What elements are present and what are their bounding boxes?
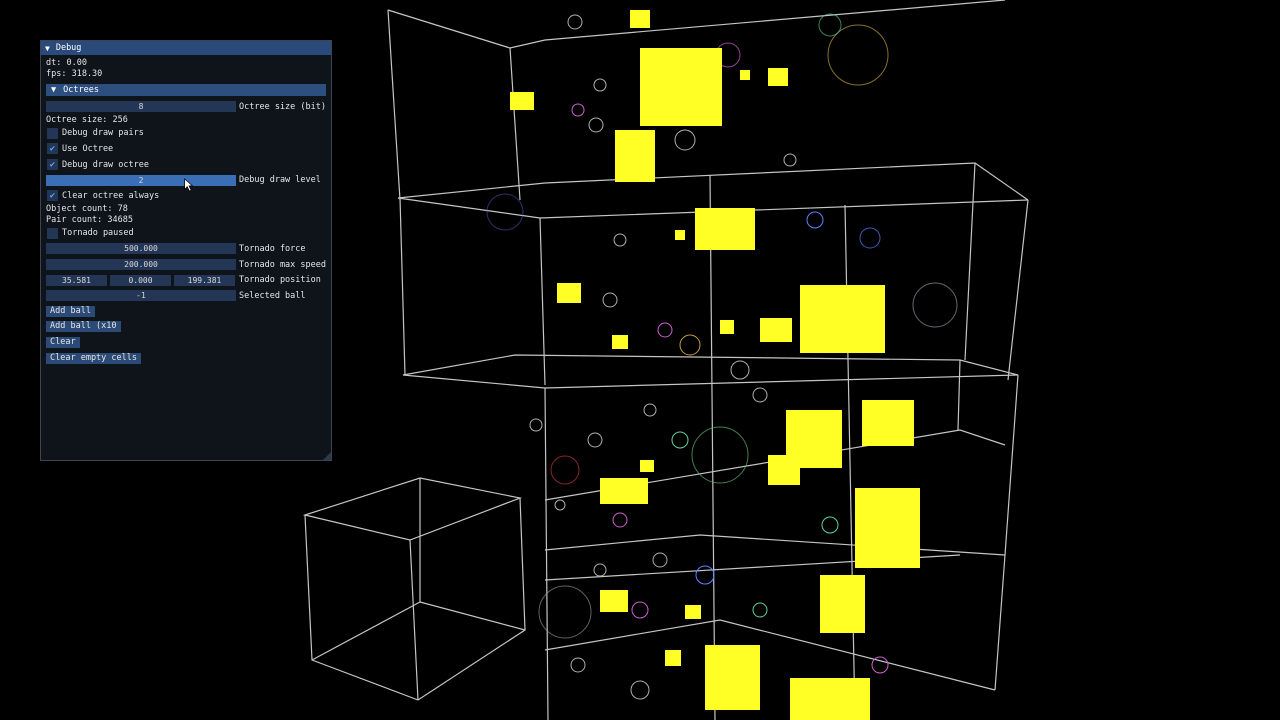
clear-empty-cells-button[interactable]: Clear empty cells: [46, 352, 141, 364]
checkbox-box[interactable]: [47, 127, 58, 139]
octrees-header-label: Octrees: [63, 85, 99, 95]
mouse-cursor-icon: [184, 178, 194, 192]
selected-ball-label: Selected ball: [239, 290, 306, 301]
pair-count-readout: Pair count: 34685: [46, 214, 133, 225]
add-ball-x10-button[interactable]: Add ball (x10: [46, 321, 121, 333]
tornado-max-speed-slider[interactable]: 200.000: [46, 259, 236, 271]
check-icon[interactable]: ✔: [47, 143, 58, 155]
debug-window-titlebar[interactable]: ▼ Debug: [41, 41, 331, 55]
collapse-arrow-icon: ▼: [51, 85, 57, 95]
debug-draw-level-label: Debug draw level: [239, 175, 321, 186]
checkbox-label: Clear octree always: [62, 190, 160, 201]
selected-ball-input[interactable]: -1: [46, 290, 236, 302]
tornado-force-label: Tornado force: [239, 243, 306, 254]
debug-window[interactable]: ▼ Debug dt: 0.00 fps: 318.30 ▼ Octrees 8…: [40, 40, 332, 461]
octrees-header[interactable]: ▼ Octrees: [46, 84, 326, 96]
checkbox-label: Debug draw pairs: [62, 128, 144, 139]
clear-button[interactable]: Clear: [46, 337, 80, 349]
octree-size-readout: Octree size: 256: [46, 114, 128, 125]
debug-draw-octree-checkbox[interactable]: ✔ Debug draw octree: [46, 157, 326, 173]
tornado-position-z[interactable]: 199.381: [174, 274, 235, 286]
tornado-position-label: Tornado position: [239, 275, 321, 286]
tornado-paused-checkbox[interactable]: Tornado paused: [46, 226, 326, 242]
debug-window-title: Debug: [55, 43, 82, 53]
dt-readout: dt: 0.00: [46, 58, 87, 68]
check-icon[interactable]: ✔: [47, 159, 58, 171]
octree-size-bit-slider[interactable]: 8: [46, 101, 236, 113]
checkbox-label: Debug draw octree: [62, 159, 149, 170]
checkbox-label: Tornado paused: [62, 228, 134, 239]
fps-readout: fps: 318.30: [46, 69, 103, 79]
tornado-position-inputs: 35.581 0.000 199.381: [46, 274, 236, 286]
resize-grip-icon[interactable]: [323, 452, 331, 460]
checkbox-box[interactable]: [47, 227, 58, 239]
check-icon[interactable]: ✔: [47, 190, 58, 202]
collapse-arrow-icon[interactable]: ▼: [45, 44, 50, 53]
octree-size-bit-label: Octree size (bit): [239, 101, 326, 112]
debug-draw-level-slider[interactable]: 2: [46, 174, 236, 186]
debug-draw-pairs-checkbox[interactable]: Debug draw pairs: [46, 126, 326, 142]
object-count-readout: Object count: 78: [46, 203, 128, 214]
tornado-max-speed-label: Tornado max speed: [239, 259, 326, 270]
checkbox-label: Use Octree: [62, 143, 114, 154]
add-ball-button[interactable]: Add ball: [46, 305, 95, 317]
tornado-position-y[interactable]: 0.000: [110, 274, 171, 286]
tornado-force-slider[interactable]: 500.000: [46, 243, 236, 255]
tornado-position-x[interactable]: 35.581: [46, 274, 107, 286]
use-octree-checkbox[interactable]: ✔ Use Octree: [46, 141, 326, 157]
